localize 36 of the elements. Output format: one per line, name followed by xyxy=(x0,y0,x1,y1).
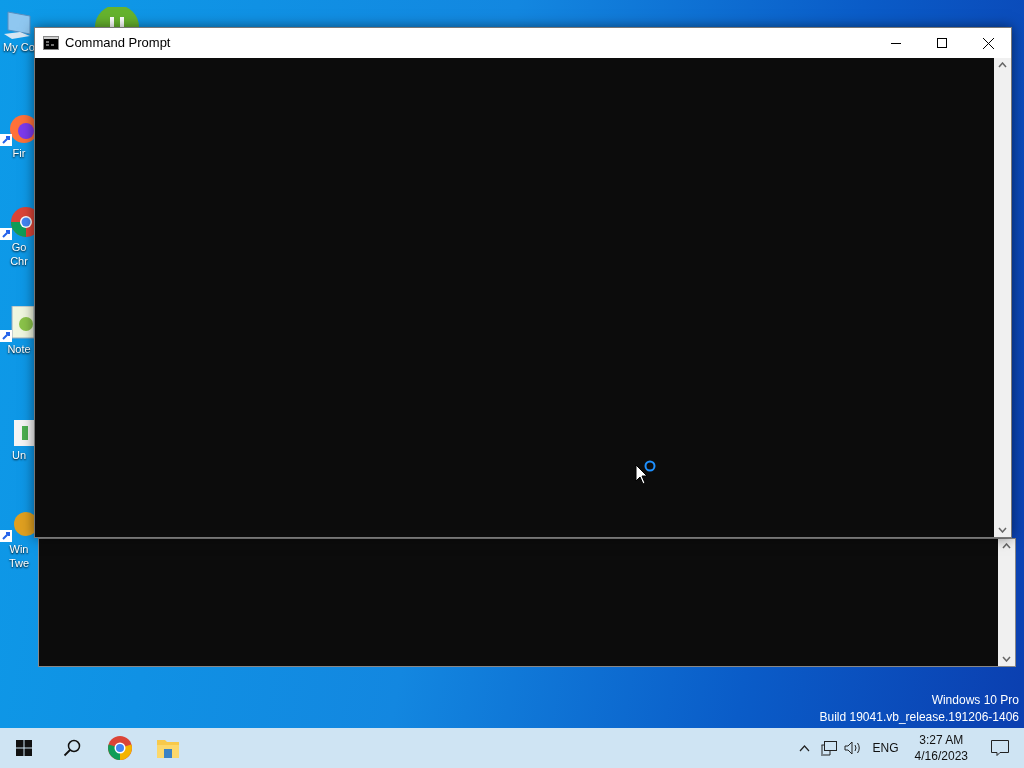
chevron-up-icon xyxy=(799,744,811,752)
version-watermark: Build 19041.vb_release.191206-1406 xyxy=(819,709,1019,726)
windows-logo-icon xyxy=(16,740,32,756)
folder-icon xyxy=(156,737,180,759)
shortcut-label: Twe xyxy=(7,556,30,570)
scroll-up-icon xyxy=(1002,543,1011,549)
language-indicator[interactable]: ENG xyxy=(864,739,907,757)
shortcut-label: Note xyxy=(6,342,31,356)
console-app-icon xyxy=(43,36,59,50)
shortcut-label: Go xyxy=(10,240,27,254)
scrollbar[interactable] xyxy=(998,539,1015,666)
network-icon xyxy=(820,740,837,756)
speech-bubble-icon xyxy=(991,740,1009,756)
maximize-icon xyxy=(937,38,947,48)
close-icon xyxy=(982,37,994,49)
speaker-icon xyxy=(843,741,862,755)
shortcut-label: Fir xyxy=(11,146,26,160)
clock[interactable]: 3:27 AM 4/16/2023 xyxy=(906,732,976,764)
scroll-down-icon xyxy=(998,527,1007,533)
version-watermark: Windows 10 Pro xyxy=(931,692,1019,709)
scroll-up-icon xyxy=(998,62,1007,68)
minimize-icon xyxy=(891,42,901,44)
shortcut-label: Un xyxy=(10,448,27,462)
shortcut-label: Win xyxy=(8,542,29,556)
desktop-shortcut[interactable]: Un xyxy=(0,418,34,462)
busy-cursor-icon xyxy=(635,459,658,485)
search-icon xyxy=(63,739,81,757)
window-title: Command Prompt xyxy=(65,34,171,53)
scroll-down-icon xyxy=(1002,656,1011,662)
desktop-shortcut[interactable]: Win Twe xyxy=(0,508,34,570)
chrome-icon xyxy=(107,735,133,761)
desktop-shortcut[interactable]: Note xyxy=(0,306,34,356)
shortcut-label: My Co xyxy=(2,40,35,54)
scrollbar[interactable] xyxy=(994,58,1011,537)
shortcut-label: Chr xyxy=(9,254,28,268)
desktop-shortcut[interactable]: My Co xyxy=(0,10,34,54)
